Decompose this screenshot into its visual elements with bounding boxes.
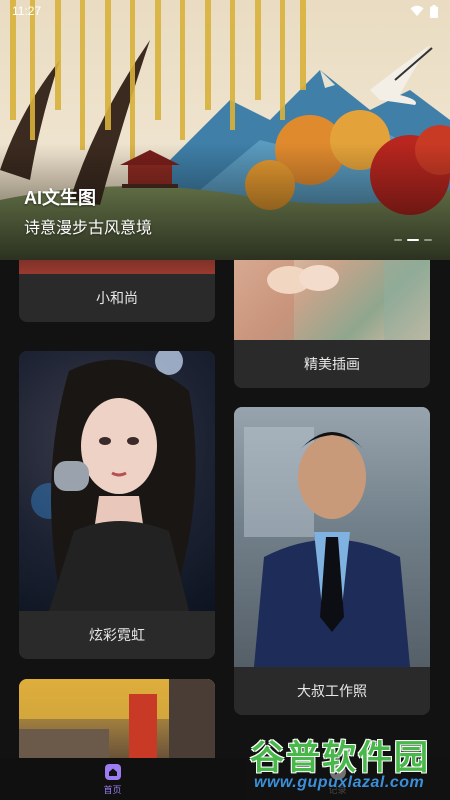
style-card[interactable] bbox=[19, 679, 215, 758]
nav-home[interactable]: 首页 bbox=[0, 758, 225, 800]
carousel-dot[interactable] bbox=[424, 239, 432, 241]
style-grid[interactable]: 小和尚 精美插画 炫彩霓虹 大叔工作照 bbox=[0, 260, 450, 758]
hero-banner[interactable]: 11:27 AI文生图 诗意漫步古风意境 bbox=[0, 0, 450, 260]
wifi-icon bbox=[410, 5, 424, 16]
style-card[interactable]: 精美插画 bbox=[234, 260, 430, 388]
battery-icon bbox=[430, 4, 438, 18]
style-card-image bbox=[19, 260, 215, 274]
carousel-indicator bbox=[394, 239, 432, 241]
style-card-caption: 大叔工作照 bbox=[297, 683, 367, 699]
home-icon bbox=[104, 763, 121, 780]
style-card-caption: 精美插画 bbox=[304, 356, 360, 372]
style-card[interactable]: 炫彩霓虹 bbox=[19, 351, 215, 659]
watermark-title: 谷普软件园 bbox=[250, 738, 430, 778]
style-card[interactable]: 大叔工作照 bbox=[234, 407, 430, 715]
status-time: 11:27 bbox=[12, 4, 42, 18]
style-card-image bbox=[234, 260, 430, 340]
style-card[interactable]: 小和尚 bbox=[19, 260, 215, 322]
carousel-dot[interactable] bbox=[394, 239, 402, 241]
banner-title: AI文生图 bbox=[24, 188, 96, 208]
watermark-url: www.gupuxlazal.com bbox=[254, 774, 425, 791]
carousel-dot-active[interactable] bbox=[407, 239, 419, 241]
style-card-caption: 小和尚 bbox=[96, 290, 138, 306]
banner-subtitle: 诗意漫步古风意境 bbox=[24, 220, 153, 237]
style-card-caption: 炫彩霓虹 bbox=[89, 627, 145, 643]
nav-home-label: 首页 bbox=[103, 784, 122, 795]
watermark: 谷普软件园 www.gupuxlazal.com bbox=[246, 726, 450, 800]
status-bar: 11:27 bbox=[0, 0, 450, 22]
style-card-image bbox=[234, 407, 430, 667]
style-card-image bbox=[19, 351, 215, 611]
style-card-image bbox=[19, 679, 215, 758]
